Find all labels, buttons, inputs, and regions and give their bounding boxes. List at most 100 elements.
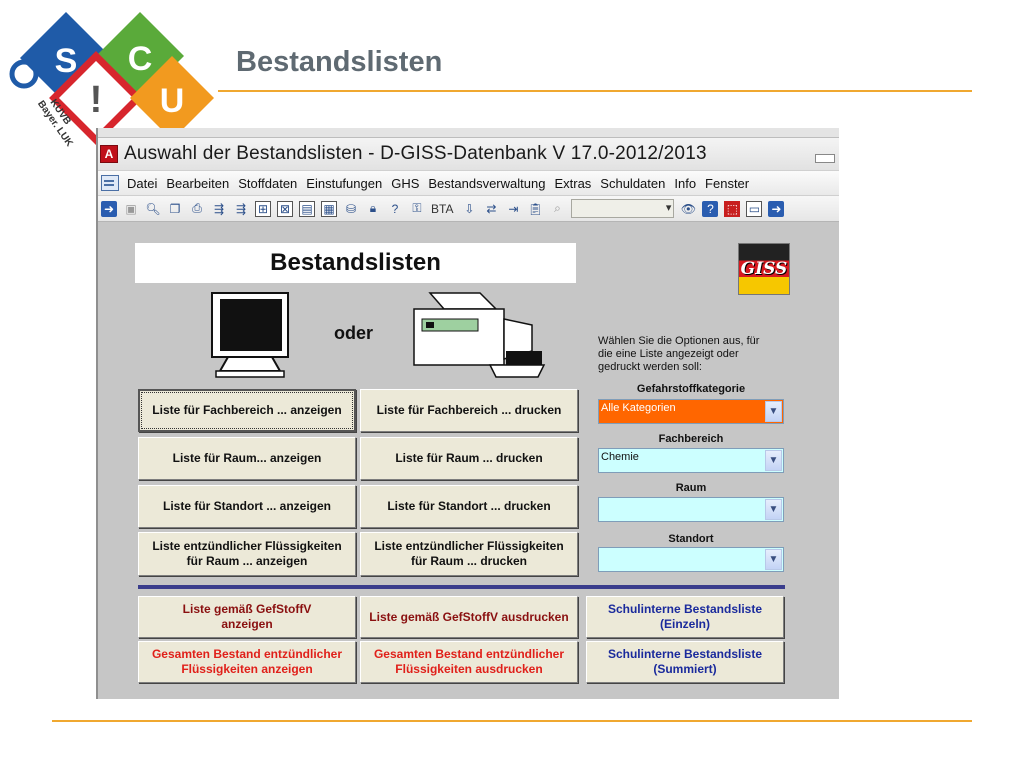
gefahrstoff-label: Gefahrstoffkategorie (636, 383, 746, 395)
svg-text:!: ! (90, 79, 103, 121)
svg-text:U: U (160, 82, 185, 120)
menu-bestandsverwaltung[interactable]: Bestandsverwaltung (428, 176, 545, 191)
menu-datei[interactable]: Datei (127, 176, 157, 191)
gefstoffv-print-button[interactable]: Liste gemäß GefStoffV ausdrucken (360, 596, 578, 638)
top-divider (218, 90, 972, 92)
import-icon[interactable]: ⇩ (461, 201, 477, 217)
exit-arrow-icon[interactable]: ➜ (101, 200, 117, 217)
flammable-room-print-button[interactable]: Liste entzündlicher Flüssigkeiten für Ra… (360, 532, 578, 576)
standort-label: Standort (668, 533, 714, 545)
gefstoffv-show-line1: Liste gemäß GefStoffV (182, 602, 312, 616)
clipboard-icon[interactable]: 📋︎ (527, 201, 543, 217)
bta-button[interactable]: BTA (431, 202, 453, 216)
school-list-summed-button[interactable]: Schulinterne Bestandsliste (Summiert) (586, 641, 784, 683)
exit-icon[interactable]: ➜ (768, 200, 785, 217)
access-app-icon[interactable]: A (100, 145, 118, 163)
menu-extras[interactable]: Extras (554, 176, 591, 191)
lock-icon[interactable]: 🔒︎ (365, 201, 381, 217)
minimize-button[interactable] (815, 154, 835, 163)
monitor-icon (211, 292, 289, 378)
total-flammable-show-line1: Gesamten Bestand entzündlicher (151, 647, 343, 661)
menu-bar: Datei Bearbeiten Stoffdaten Einstufungen… (98, 170, 839, 196)
chevron-down-icon[interactable]: ▼ (765, 499, 782, 520)
print-preview-icon[interactable]: 🔍︎ (145, 201, 161, 217)
standort-show-button[interactable]: Liste für Standort ... anzeigen (138, 485, 356, 528)
standort-print-button[interactable]: Liste für Standort ... drucken (360, 485, 578, 528)
taskbar-strip (98, 128, 839, 138)
menu-stoffdaten[interactable]: Stoffdaten (238, 176, 297, 191)
fachbereich-value: Chemie (601, 451, 639, 463)
search-filter-icon[interactable]: ⇶ (211, 201, 227, 217)
title-bar: A Auswahl der Bestandslisten - D-GISS-Da… (98, 138, 839, 170)
school-list-single-line2: (Einzeln) (660, 617, 710, 631)
total-flammable-show-button[interactable]: Gesamten Bestand entzündlicher Flüssigke… (138, 641, 356, 683)
copy-icon[interactable]: ❐ (167, 201, 183, 217)
chevron-down-icon[interactable]: ▼ (765, 401, 782, 422)
menu-bearbeiten[interactable]: Bearbeiten (166, 176, 229, 191)
search-filter-2-icon[interactable]: ⇶ (233, 201, 249, 217)
help-icon[interactable]: ? (702, 200, 719, 217)
window-title: Auswahl der Bestandslisten - D-GISS-Date… (124, 143, 707, 164)
flammable-room-print-line1: Liste entzündlicher Flüssigkeiten (374, 539, 564, 553)
printer-icon[interactable]: ⎙ (189, 201, 205, 217)
school-list-summed-line1: Schulinterne Bestandsliste (607, 647, 763, 661)
school-list-single-button[interactable]: Schulinterne Bestandsliste (Einzeln) (586, 596, 784, 638)
total-flammable-print-line2: Flüssigkeiten ausdrucken (395, 662, 543, 676)
toolbar-combo[interactable] (571, 199, 675, 218)
form-area: Bestandslisten GISS oder Liste für Fachb… (98, 223, 839, 699)
gefstoffv-show-button[interactable]: Liste gemäß GefStoffV anzeigen (138, 596, 356, 638)
options-instructions-line2: die eine Liste angezeigt oder (598, 348, 739, 360)
printer-device-icon (413, 292, 546, 378)
fachbereich-show-button[interactable]: Liste für Fachbereich ... anzeigen (138, 389, 356, 432)
chevron-down-icon[interactable]: ▼ (765, 549, 782, 570)
menu-ghs[interactable]: GHS (391, 176, 419, 191)
options-instructions-line3: gedruckt werden soll: (598, 361, 702, 373)
section-separator (138, 585, 785, 589)
options-instructions: Wählen Sie die Optionen aus, für die ein… (598, 335, 778, 374)
table-icon[interactable]: ⊠ (277, 200, 293, 217)
toolbar: ➜ ▣ 🔍︎ ❐ ⎙ ⇶ ⇶ ⊞ ⊠ ▤ ▦ ⛁ 🔒︎ ? ⚿ BTA ⇩ ⇄ … (98, 196, 839, 222)
menu-schuldaten[interactable]: Schuldaten (600, 176, 665, 191)
or-label: oder (334, 323, 374, 343)
menu-info[interactable]: Info (674, 176, 696, 191)
raum-show-button[interactable]: Liste für Raum... anzeigen (138, 437, 356, 480)
list-icon[interactable]: ▦ (321, 200, 337, 217)
flammable-room-show-button[interactable]: Liste entzündlicher Flüssigkeiten für Ra… (138, 532, 356, 576)
flammable-room-print-line2: für Raum ... drucken (410, 554, 528, 568)
total-flammable-print-button[interactable]: Gesamten Bestand entzündlicher Flüssigke… (360, 641, 578, 683)
svg-text:C: C (128, 40, 153, 78)
menu-einstufungen[interactable]: Einstufungen (306, 176, 382, 191)
bottom-divider (52, 720, 972, 722)
chevron-down-icon[interactable]: ▼ (765, 450, 782, 471)
help-arrow-icon[interactable]: ? (387, 201, 403, 217)
save-icon[interactable]: ▣ (123, 201, 139, 217)
key-icon[interactable]: ⚿ (409, 201, 425, 217)
school-list-summed-line2: (Summiert) (653, 662, 717, 676)
options-instructions-line1: Wählen Sie die Optionen aus, für (598, 335, 760, 347)
window-icon[interactable]: ▭ (746, 200, 763, 217)
giss-logo: GISS (738, 243, 790, 295)
raum-label: Raum (675, 482, 707, 494)
fachbereich-label: Fachbereich (658, 433, 724, 445)
transfer-icon[interactable]: ⇄ (483, 201, 499, 217)
export-icon[interactable]: ⇥ (505, 201, 521, 217)
fachbereich-print-button[interactable]: Liste für Fachbereich ... drucken (360, 389, 578, 432)
app-window: A Auswahl der Bestandslisten - D-GISS-Da… (96, 128, 839, 699)
eye-icon[interactable]: 👁︎ (680, 201, 696, 217)
database-icon[interactable]: ⛁ (343, 201, 359, 217)
grid-icon[interactable]: ⊞ (255, 200, 271, 217)
form-icon[interactable] (101, 175, 119, 191)
sheet-icon[interactable]: ▤ (299, 200, 315, 217)
flammable-room-show-line1: Liste entzündlicher Flüssigkeiten (152, 539, 342, 553)
gefahrstoff-value: Alle Kategorien (601, 402, 676, 414)
menu-fenster[interactable]: Fenster (705, 176, 749, 191)
standort-select[interactable]: ▼ (598, 547, 784, 572)
fachbereich-select[interactable]: Chemie ▼ (598, 448, 784, 473)
gefstoffv-show-line2: anzeigen (221, 617, 273, 631)
raum-print-button[interactable]: Liste für Raum ... drucken (360, 437, 578, 480)
pdf-icon[interactable]: ⬚ (724, 200, 741, 217)
zoom-icon[interactable]: ⌕ (549, 201, 565, 217)
raum-select[interactable]: ▼ (598, 497, 784, 522)
school-list-single-line1: Schulinterne Bestandsliste (607, 602, 763, 616)
gefahrstoff-select[interactable]: Alle Kategorien ▼ (598, 399, 784, 424)
